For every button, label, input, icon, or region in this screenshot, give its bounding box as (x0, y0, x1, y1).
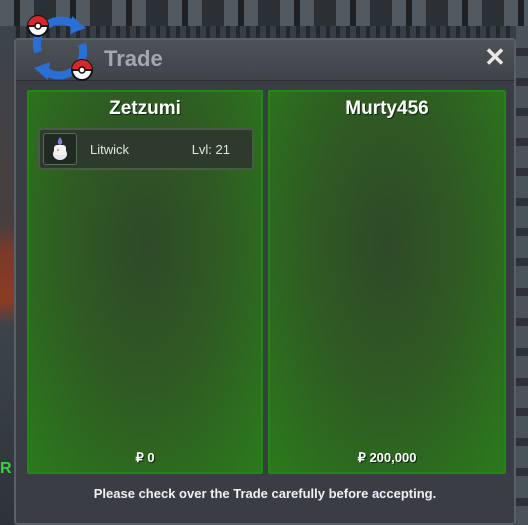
money-offer-self: ₽ 0 (135, 450, 155, 465)
window-title: Trade (104, 46, 163, 71)
trade-notice: Please check over the Trade carefully be… (93, 486, 437, 501)
litwick-sprite-icon (43, 133, 77, 165)
trade-panel-self[interactable]: Zetzumi Litwick Lvl: 21 ₽ 0 (27, 90, 263, 474)
trade-exchange-icon (27, 15, 93, 81)
player-name-partner: Murty456 (345, 98, 429, 119)
player-name-self: Zetzumi (109, 98, 181, 119)
pokemon-offer-row[interactable]: Litwick Lvl: 21 (38, 128, 254, 170)
background-left-edge (0, 26, 14, 525)
pokemon-name: Litwick (90, 142, 130, 157)
money-offer-partner: ₽ 200,000 (357, 450, 417, 465)
close-icon[interactable]: ✕ (482, 44, 508, 70)
background-fragment: R (0, 460, 12, 477)
background-right-edge (516, 26, 528, 525)
trade-panel-partner[interactable]: Murty456 ₽ 200,000 (268, 90, 506, 474)
pokemon-level: Lvl: 21 (191, 142, 230, 157)
